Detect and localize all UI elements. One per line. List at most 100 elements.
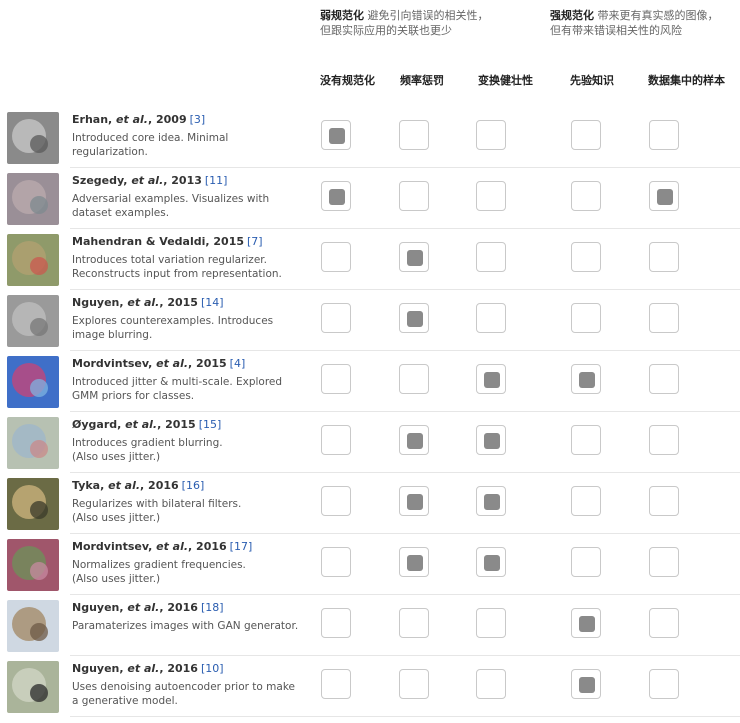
citation-link[interactable]: [4] [230,357,246,370]
empty-cell [321,669,351,699]
description-line: (Also uses jitter.) [72,512,161,524]
paper-title: Nguyen, et al., 2016 [18] [72,601,224,614]
paper-description: Adversarial examples. Visualizes with dat… [72,192,312,220]
paper-year: , 2015 [157,418,196,431]
checked-cell [649,181,679,211]
checked-cell [476,364,506,394]
paper-description: Introduced core idea. Minimal regularizat… [72,131,312,159]
checked-cell [321,120,351,150]
description-line: (Also uses jitter.) [72,451,161,463]
empty-cell [476,608,506,638]
empty-cell [476,303,506,333]
paper-title: Szegedy, et al., 2013 [11] [72,174,227,187]
citation-link[interactable]: [14] [201,296,224,309]
description-line: Introduced jitter & multi-scale. Explore… [72,376,283,388]
empty-cell [649,547,679,577]
description-line: Introduced core idea. Minimal [72,132,229,144]
thumbnail-image [7,295,59,347]
table-row: Nguyen, et al., 2016 [10] Uses denoising a… [0,656,740,717]
checked-cell [571,608,601,638]
thumbnail-image [7,417,59,469]
paper-description: Normalizes gradient frequencies. (Also us… [72,558,312,586]
citation-link[interactable]: [10] [201,662,224,675]
table-row: Szegedy, et al., 2013 [11] Adversarial exa… [0,168,740,229]
empty-cell [321,425,351,455]
thumbnail-image [7,234,59,286]
paper-title: Tyka, et al., 2016 [16] [72,479,204,492]
paper-etal: et al. [127,662,160,675]
thumbnail-image [7,600,59,652]
thumbnail-image [7,356,59,408]
citation-link[interactable]: [7] [247,235,263,248]
description-line: Explores counterexamples. Introduces [72,315,274,327]
table-row: Mahendran & Vedaldi, 2015 [7] Introduces t… [0,229,740,290]
paper-etal: et al. [156,357,189,370]
paper-author: Mordvintsev, [72,540,157,553]
paper-author: Mordvintsev, [72,357,157,370]
paper-description: Explores counterexamples. Introduces imag… [72,314,312,342]
checked-cell [399,425,429,455]
paper-year: , 2016 [159,601,198,614]
checked-cell [476,547,506,577]
citation-link[interactable]: [16] [182,479,205,492]
thumbnail-image [7,173,59,225]
citation-link[interactable]: [11] [205,174,228,187]
paper-author: Szegedy, [72,174,132,187]
spectrum-weak-label: 弱规范化 [320,9,364,22]
description-line: a generative model. [72,695,178,707]
empty-cell [571,120,601,150]
empty-cell [571,181,601,211]
paper-etal: et al. [116,113,148,126]
empty-cell [649,120,679,150]
table-row: Mordvintsev, et al., 2015 [4] Introduced j… [0,351,740,412]
empty-cell [399,669,429,699]
paper-year: , 2016 [188,540,227,553]
empty-cell [649,242,679,272]
description-line: (Also uses jitter.) [72,573,161,585]
spectrum-strong-text2: 但有带来错误相关性的风险 [550,24,682,37]
paper-author: Øygard, [72,418,126,431]
checked-cell [476,486,506,516]
paper-description: Introduces gradient blurring. (Also uses … [72,436,312,464]
citation-link[interactable]: [18] [201,601,224,614]
empty-cell [571,303,601,333]
empty-cell [399,364,429,394]
table-row: Nguyen, et al., 2016 [18] Paramaterizes im… [0,595,740,656]
paper-year: , 2015 [159,296,198,309]
checked-cell [476,425,506,455]
description-line: Introduces gradient blurring. [72,437,223,449]
citation-link[interactable]: [3] [190,113,206,126]
paper-author: Nguyen, [72,296,128,309]
paper-author: Erhan, [72,113,117,126]
empty-cell [399,181,429,211]
checked-cell [321,181,351,211]
citation-link[interactable]: [15] [199,418,222,431]
empty-cell [476,120,506,150]
paper-description: Introduces total variation regularizer. R… [72,253,312,281]
column-header-transform-robustness: 变换健壮性 [478,74,533,87]
description-line: Adversarial examples. Visualizes with [72,193,270,205]
empty-cell [571,486,601,516]
column-header-prior-knowledge: 先验知识 [570,74,614,87]
paper-title: Mahendran & Vedaldi, 2015 [7] [72,235,263,248]
empty-cell [649,303,679,333]
paper-etal: et al. [131,174,164,187]
paper-title: Erhan, et al., 2009 [3] [72,113,205,126]
thumbnail-image [7,661,59,713]
paper-year: , 2016 [159,662,198,675]
spectrum-weak-text2: 但跟实际应用的关联也更少 [320,24,452,37]
paper-title: Nguyen, et al., 2015 [14] [72,296,224,309]
paper-author: Nguyen, [72,662,128,675]
checked-cell [571,669,601,699]
paper-year: , 2013 [163,174,202,187]
description-line: regularization. [72,146,148,158]
paper-title: Mordvintsev, et al., 2015 [4] [72,357,245,370]
empty-cell [399,120,429,150]
checked-cell [399,486,429,516]
paper-etal: et al. [125,418,158,431]
empty-cell [321,486,351,516]
paper-title: Mordvintsev, et al., 2016 [17] [72,540,252,553]
citation-link[interactable]: [17] [230,540,253,553]
paper-description: Uses denoising autoencoder prior to make… [72,680,312,708]
paper-author: Mahendran & Vedaldi, 2015 [72,235,245,248]
